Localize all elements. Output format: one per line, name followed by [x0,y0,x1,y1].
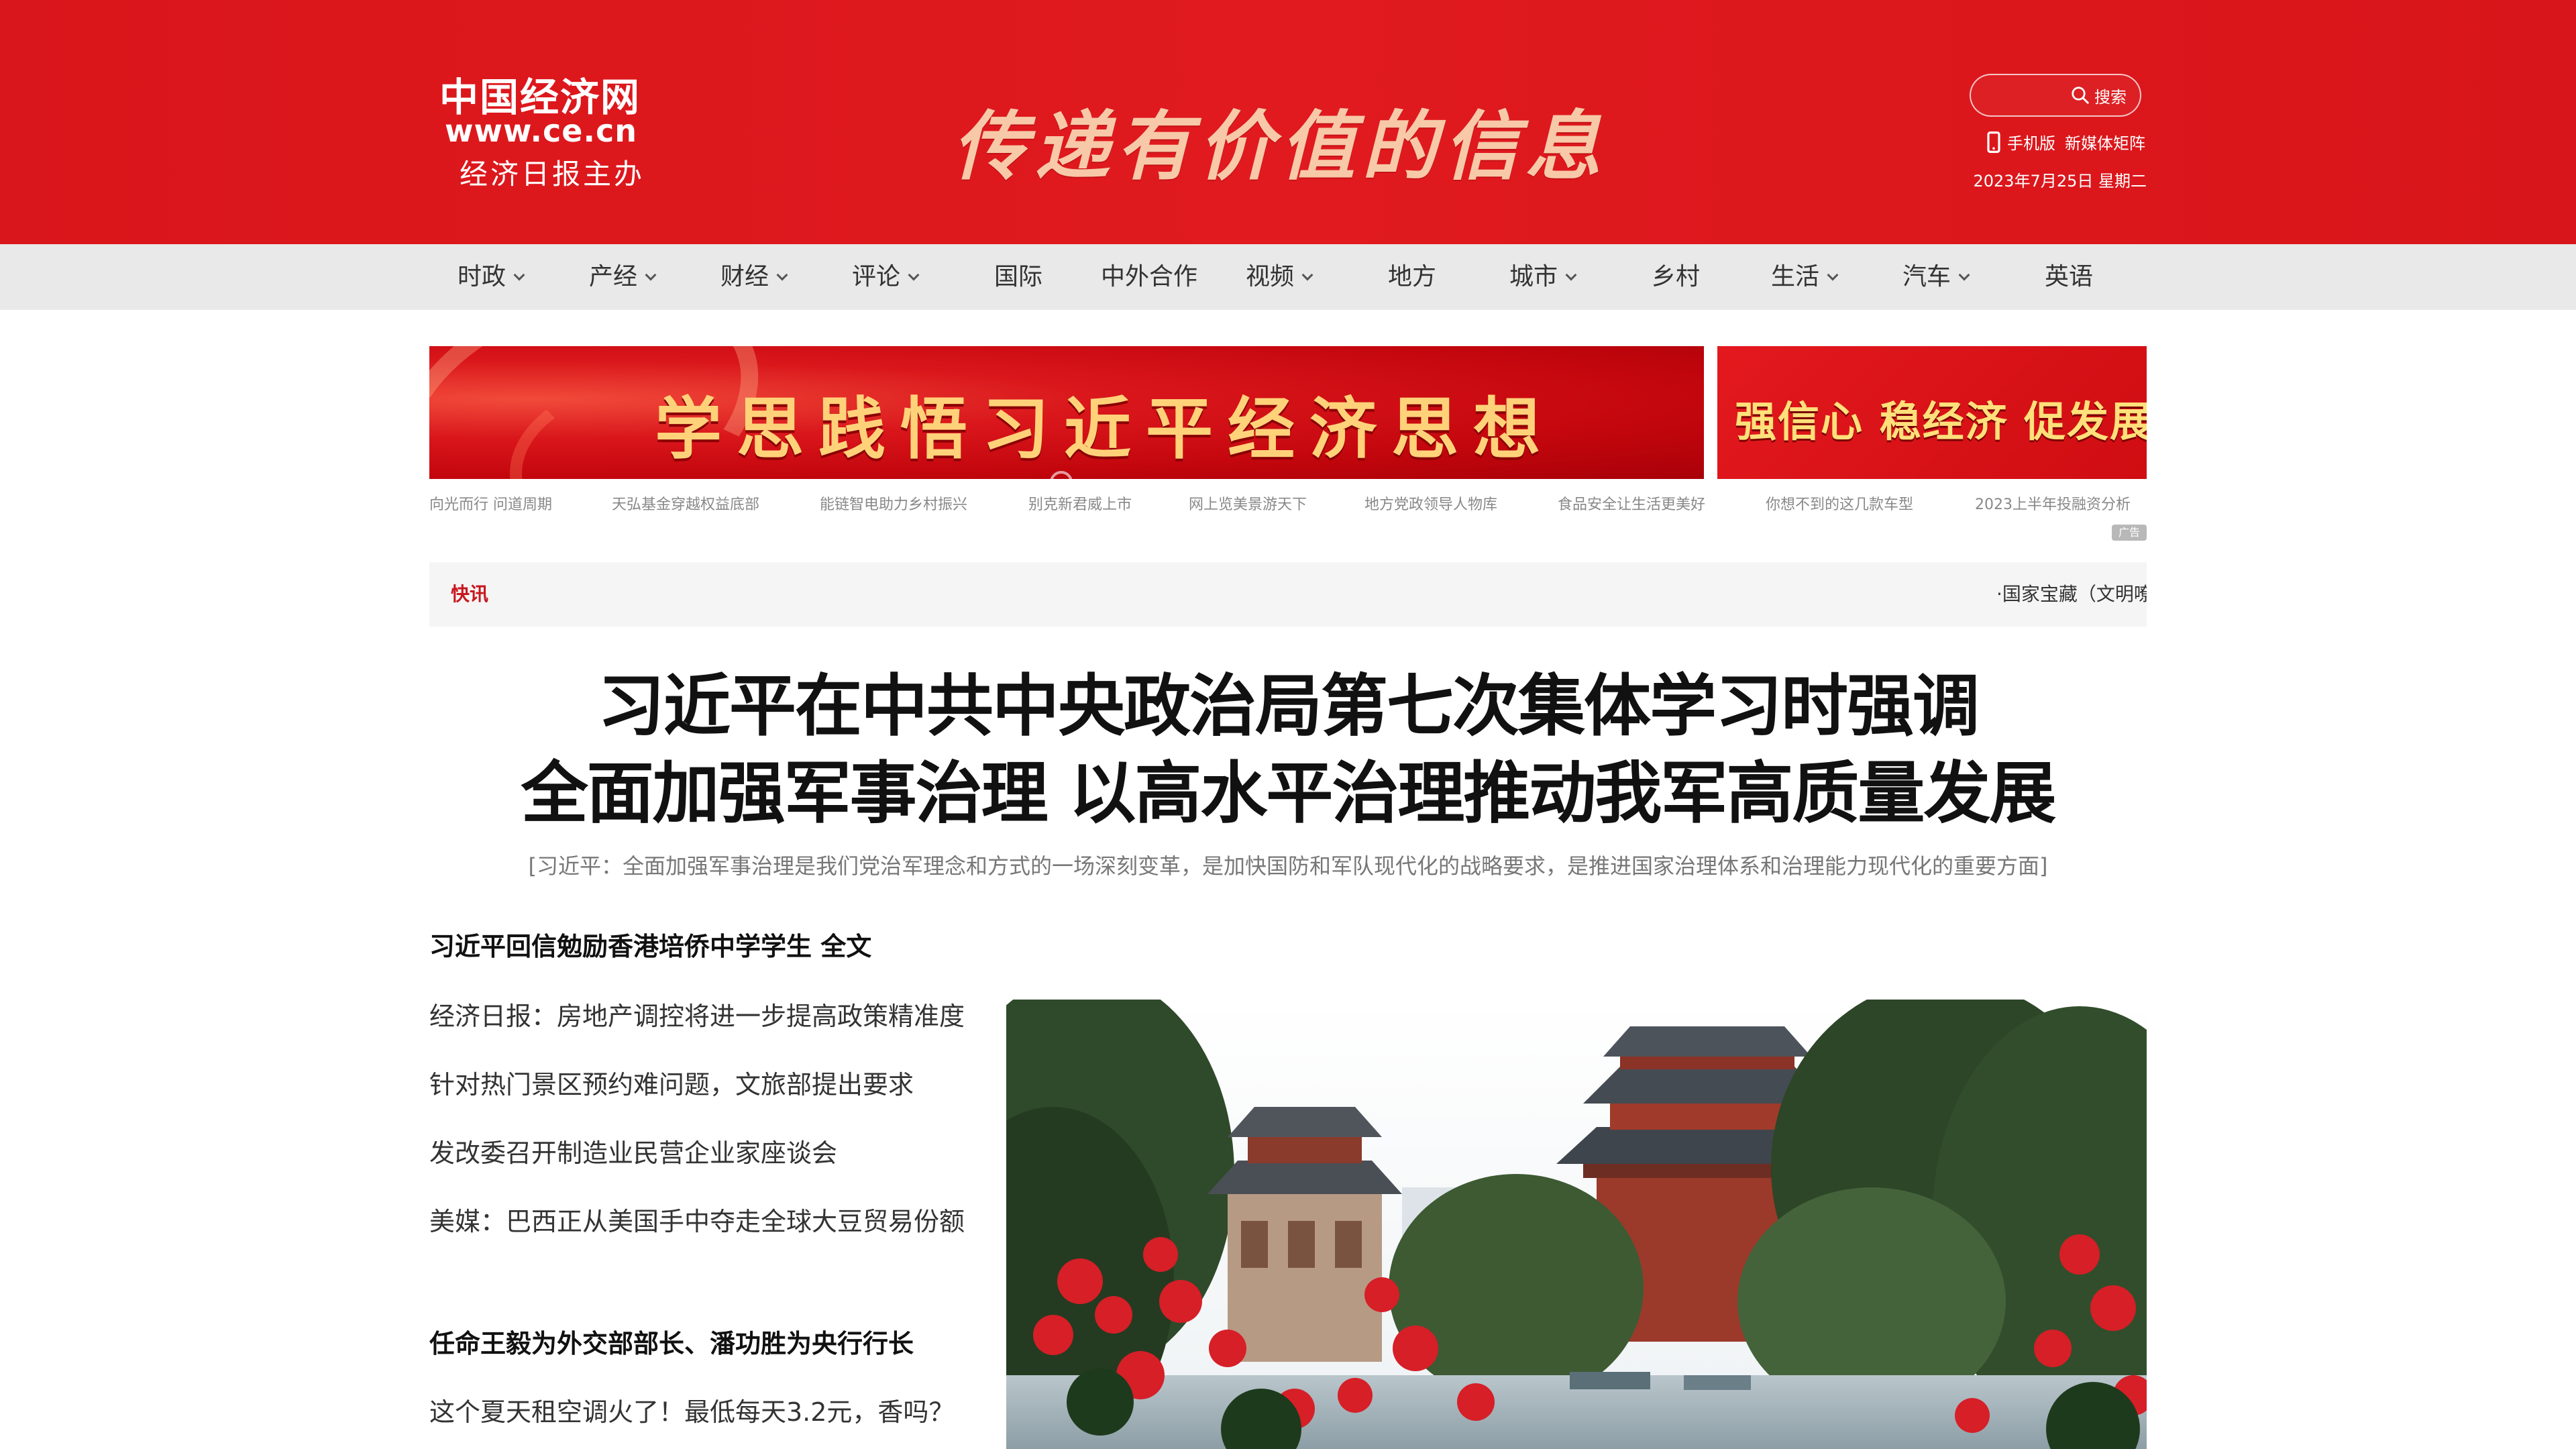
nav-item-shizheng[interactable]: 时政 [458,244,525,310]
headline-line-1[interactable]: 习近平在中共中央政治局第七次集体学习时强调 [429,663,2147,750]
nav-label: 地方 [1388,263,1437,290]
headline-summary: [习近平：全面加强军事治理是我们党治军理念和方式的一场深刻变革，是加快国防和军队… [528,853,2048,879]
headline-line-2[interactable]: 全面加强军事治理 以高水平治理推动我军高质量发展 [429,750,2147,837]
chevron-down-icon [1827,269,1839,281]
promo-link[interactable]: 向光而行 问道周期 [429,492,552,514]
nav-item-chanjing[interactable]: 产经 [589,244,657,310]
promo-link[interactable]: 能链智电助力乡村振兴 [820,492,967,514]
news-item[interactable]: 这个夏天租空调火了！最低每天3.2元，香吗？ [429,1391,954,1428]
nav-item-chengshi[interactable]: 城市 [1509,244,1577,310]
featured-photo[interactable] [1006,1000,2147,1449]
promo-link[interactable]: 天弘基金穿越权益底部 [612,492,759,514]
nav-item-pinglun[interactable]: 评论 [852,244,920,310]
banner-side-title: 强信心 稳经济 促发展 [1735,397,2147,446]
search-button[interactable]: 搜索 [2070,83,2127,107]
news-item[interactable]: 美媒：巴西正从美国手中夺走全球大豆贸易份额 [429,1201,965,1238]
chevron-down-icon [513,269,525,281]
nav-label: 时政 [458,263,506,290]
nav-item-shipin[interactable]: 视频 [1246,244,1313,310]
chevron-down-icon [1565,269,1577,281]
news-item[interactable]: 任命王毅为外交部部长、潘功胜为央行行长 [429,1323,914,1360]
mobile-version-link[interactable]: 手机版 [1987,130,2055,154]
news-item[interactable]: 发改委召开制造业民营企业家座谈会 [429,1132,837,1169]
headline[interactable]: 习近平在中共中央政治局第七次集体学习时强调 全面加强军事治理 以高水平治理推动我… [429,663,2147,837]
flash-news-bar: 快讯 ·国家宝藏（文明嘹 [429,562,2147,627]
logo-sponsor: 经济日报主办 [460,158,645,191]
nav-label: 评论 [852,263,901,290]
promo-link[interactable]: 地方党政领导人物库 [1364,492,1497,514]
current-date: 2023年7月25日 星期二 [1973,172,2147,191]
search-label: 搜索 [2094,87,2127,107]
photo-scene [1006,1000,2147,1449]
chevron-down-icon [776,269,788,281]
nav-item-yingyu[interactable]: 英语 [2045,244,2093,310]
nav-label: 中外合作 [1101,263,1198,290]
phone-icon [1987,131,2000,153]
nav-item-zhongwai[interactable]: 中外合作 [1101,244,1197,310]
nav-item-xiangcun[interactable]: 乡村 [1652,244,1700,310]
nav-label: 乡村 [1652,263,1701,290]
banner-main-title: 学思践悟习近平经济思想 [655,389,1555,468]
nav-item-shenghuo[interactable]: 生活 [1771,244,1839,310]
nav-item-difang[interactable]: 地方 [1388,244,1436,310]
news-item[interactable]: 习近平回信勉励香港培侨中学学生 全文 [429,926,871,963]
logo-url: www.ce.cn [445,113,637,149]
promo-links: 向光而行 问道周期 天弘基金穿越权益底部 能链智电助力乡村振兴 别克新君威上市 … [429,492,2147,515]
news-item[interactable]: 针对热门景区预约难问题，文旅部提出要求 [429,1064,914,1101]
site-header: 中国经济网 www.ce.cn 经济日报主办 传递有价值的信息 搜索 手机版 新… [0,0,2576,244]
chevron-down-icon [1301,269,1313,281]
nav-label: 城市 [1509,263,1558,290]
main-nav: 时政 产经 财经 评论 国际 中外合作 视频 地方 城市 乡村 生活 汽车 英语 [0,244,2576,310]
carousel-dot[interactable] [1050,471,1073,479]
nav-label: 英语 [2045,263,2094,290]
chevron-down-icon [908,269,920,281]
flash-news-item[interactable]: ·国家宝藏（文明嘹 [1996,562,2147,627]
nav-label: 国际 [994,263,1043,290]
nav-item-guoji[interactable]: 国际 [994,244,1042,310]
search-icon [2072,87,2089,104]
promo-link[interactable]: 你想不到的这几款车型 [1766,492,1913,514]
promo-link[interactable]: 网上览美景游天下 [1189,492,1307,514]
banner-economic-thought[interactable]: 学思践悟习近平经济思想 [429,346,1704,479]
nav-label: 产经 [589,263,638,290]
nav-label: 财经 [720,263,769,290]
search-input[interactable]: 搜索 [1970,74,2141,117]
banner-confidence[interactable]: 强信心 稳经济 促发展 [1717,346,2147,479]
chevron-down-icon [1958,269,1970,281]
nav-label: 生活 [1771,263,1820,290]
promo-link[interactable]: 2023上半年投融资分析 [1975,492,2131,514]
promo-link[interactable]: 别克新君威上市 [1028,492,1132,514]
nav-label: 汽车 [1902,263,1951,290]
site-logo[interactable]: 中国经济网 www.ce.cn 经济日报主办 [439,66,654,193]
promo-link[interactable]: 食品安全让生活更美好 [1558,492,1705,514]
nav-item-caijing[interactable]: 财经 [720,244,788,310]
nav-label: 视频 [1246,263,1295,290]
media-matrix-link[interactable]: 新媒体矩阵 [2065,130,2145,154]
flash-label: 快讯 [451,583,489,605]
nav-item-qiche[interactable]: 汽车 [1902,244,1970,310]
site-slogan: 传递有价值的信息 [953,103,1607,191]
ad-badge: 广告 [2112,525,2147,541]
chevron-down-icon [645,269,657,281]
header-links: 手机版 新媒体矩阵 [1971,130,2145,154]
news-item[interactable]: 经济日报：房地产调控将进一步提高政策精准度 [429,996,965,1032]
mobile-version-label: 手机版 [2007,134,2055,153]
